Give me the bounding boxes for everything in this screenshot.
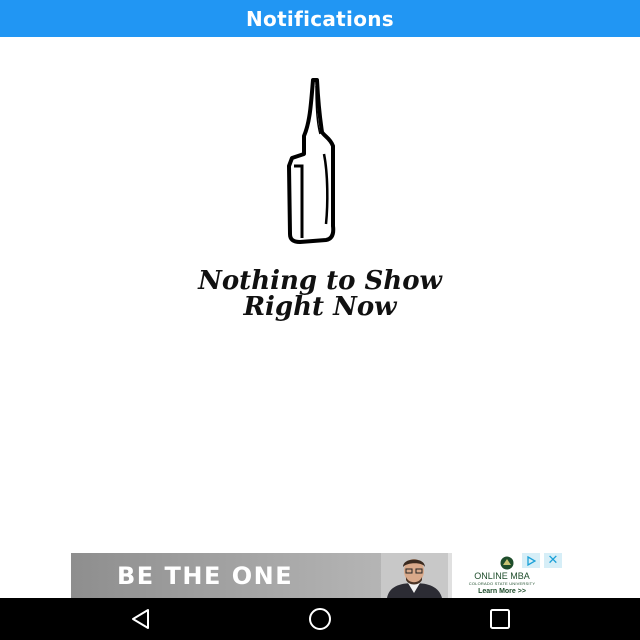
empty-state-line-2: Right Now — [243, 292, 397, 322]
ad-creative[interactable]: BE THE ONE — [71, 553, 448, 598]
recents-icon[interactable] — [488, 607, 512, 631]
home-icon[interactable] — [308, 607, 332, 631]
empty-state-line-1: Nothing to Show — [198, 266, 442, 296]
adchoices-icon[interactable] — [522, 553, 540, 568]
ad-sponsor-panel[interactable]: ONLINE MBA COLORADO STATE UNIVERSITY Lea… — [452, 553, 570, 598]
system-nav-bar — [0, 598, 640, 640]
ad-school-name: COLORADO STATE UNIVERSITY — [468, 581, 536, 586]
ad-learn-more-link[interactable]: Learn More >> — [452, 588, 552, 595]
pointing-finger-icon — [287, 78, 336, 244]
back-icon[interactable] — [129, 607, 153, 631]
close-icon[interactable]: ✕ — [544, 553, 562, 568]
app-bar: Notifications — [0, 0, 640, 37]
ad-banner[interactable]: BE THE ONE ONLINE MBA COLORADO STATE UNI… — [71, 553, 570, 598]
empty-state-message: Nothing to Show Right Now — [0, 268, 640, 320]
ad-person-photo — [381, 553, 448, 598]
ad-product-name: ONLINE MBA — [474, 571, 530, 581]
university-logo-icon — [500, 556, 514, 570]
page-title: Notifications — [245, 6, 394, 31]
ad-headline: BE THE ONE — [117, 562, 294, 590]
